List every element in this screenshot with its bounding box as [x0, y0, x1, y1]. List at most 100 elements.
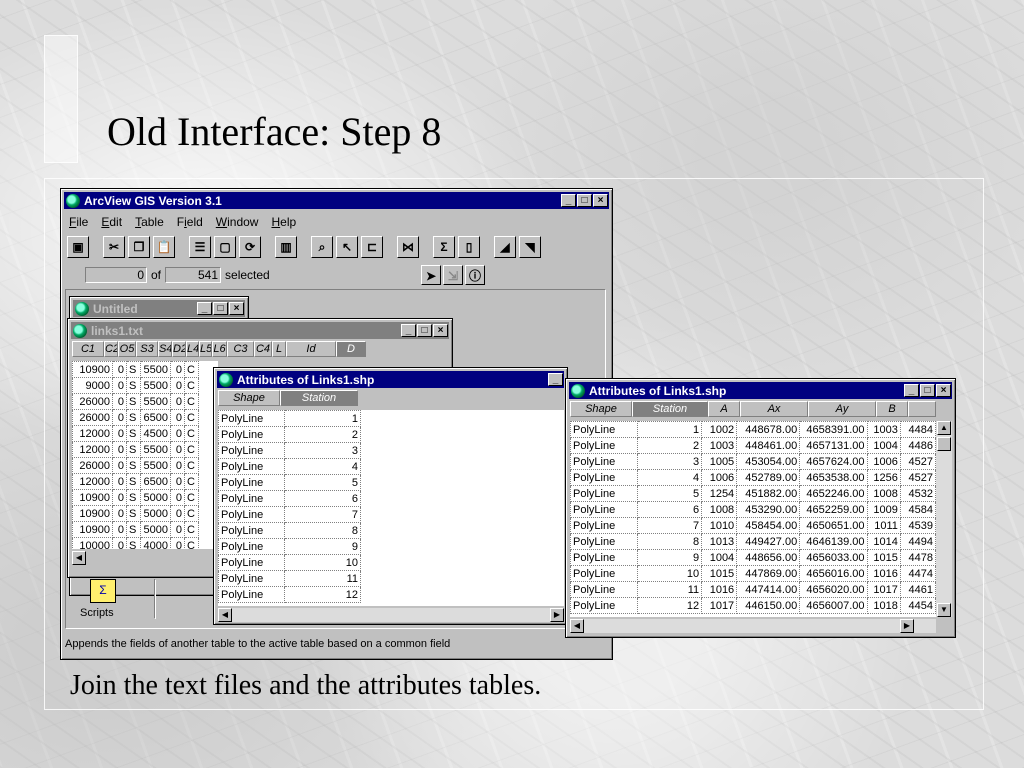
table-cell[interactable]: 0: [112, 489, 127, 506]
table-icon[interactable]: ▢: [214, 236, 236, 258]
attributes-large-vscroll[interactable]: ▲ ▼: [936, 421, 952, 617]
menu-item-table[interactable]: Table: [135, 215, 164, 229]
table-cell[interactable]: PolyLine: [570, 597, 638, 614]
table-cell[interactable]: 4494: [899, 533, 936, 550]
table-cell[interactable]: C: [184, 505, 199, 522]
table-cell[interactable]: 451882.00: [736, 485, 801, 502]
table-cell[interactable]: 26000: [72, 457, 113, 474]
column-header[interactable]: C3: [227, 341, 254, 357]
table-row[interactable]: PolyLine 9: [218, 538, 361, 555]
table-cell[interactable]: 0: [170, 537, 185, 549]
table-row[interactable]: 26000 0 S 6500 0 C: [72, 409, 199, 426]
table-cell[interactable]: 0: [170, 473, 185, 490]
table-row[interactable]: PolyLine 10 1015 447869.00 4656016.00 1016 447…: [570, 565, 936, 582]
table-cell[interactable]: 10900: [72, 489, 113, 506]
table-cell[interactable]: 0: [170, 393, 185, 410]
table-cell[interactable]: PolyLine: [570, 453, 638, 470]
table-row[interactable]: 26000 0 S 5500 0 C: [72, 457, 199, 474]
table-cell[interactable]: S: [126, 457, 141, 474]
table-cell[interactable]: 8: [284, 522, 361, 539]
table-cell[interactable]: 7: [636, 517, 703, 534]
scroll-right-icon[interactable]: ▶: [550, 608, 564, 622]
table-cell[interactable]: 6: [636, 501, 703, 518]
table-cell[interactable]: 1010: [701, 517, 738, 534]
scroll-thumb[interactable]: [937, 437, 951, 451]
column-header[interactable]: D2: [172, 341, 186, 357]
table-cell[interactable]: 5500: [140, 361, 171, 378]
table-cell[interactable]: PolyLine: [218, 426, 285, 443]
table-cell[interactable]: PolyLine: [218, 506, 285, 523]
column-header[interactable]: Ax: [740, 401, 808, 417]
table-cell[interactable]: PolyLine: [570, 501, 638, 518]
attributes-large-titlebar[interactable]: Attributes of Links1.shp _ □ ×: [569, 382, 952, 399]
table-row[interactable]: PolyLine 1 1002 448678.00 4658391.00 1003 4484: [570, 421, 936, 438]
join-icon[interactable]: ⋈: [397, 236, 419, 258]
table-cell[interactable]: S: [126, 377, 141, 394]
table-cell[interactable]: 4657131.00: [799, 437, 868, 454]
column-header[interactable]: O5: [118, 341, 136, 357]
table-properties-icon[interactable]: ☰: [189, 236, 211, 258]
table-cell[interactable]: PolyLine: [570, 421, 638, 438]
attributes-small-window[interactable]: Attributes of Links1.shp _ Shape Station …: [213, 367, 568, 625]
table-cell[interactable]: 5500: [140, 457, 171, 474]
table-cell[interactable]: 1015: [701, 565, 738, 582]
table-cell[interactable]: 1015: [866, 549, 901, 566]
table-cell[interactable]: 0: [112, 361, 127, 378]
table-cell[interactable]: 4474: [899, 565, 936, 582]
table-cell[interactable]: 4656007.00: [799, 597, 868, 614]
column-header[interactable]: L4: [186, 341, 199, 357]
table-cell[interactable]: C: [184, 521, 199, 538]
sort-ascending-icon[interactable]: ◢: [494, 236, 516, 258]
table-cell[interactable]: 8: [636, 533, 703, 550]
table-cell[interactable]: 4486: [899, 437, 936, 454]
table-cell[interactable]: 4653538.00: [799, 469, 868, 486]
table-cell[interactable]: 1017: [701, 597, 738, 614]
table-cell[interactable]: C: [184, 409, 199, 426]
table-cell[interactable]: 1005: [701, 453, 738, 470]
table-cell[interactable]: 447414.00: [736, 581, 801, 598]
table-cell[interactable]: 0: [170, 409, 185, 426]
table-cell[interactable]: C: [184, 425, 199, 442]
table-cell[interactable]: S: [126, 505, 141, 522]
table-cell[interactable]: 9: [284, 538, 361, 555]
table-cell[interactable]: S: [126, 489, 141, 506]
table-cell[interactable]: 4652246.00: [799, 485, 868, 502]
table-cell[interactable]: 11: [284, 570, 361, 587]
table-cell[interactable]: 1004: [866, 437, 901, 454]
table-row[interactable]: 26000 0 S 5500 0 C: [72, 393, 199, 410]
maximize-button[interactable]: □: [417, 324, 432, 337]
table-cell[interactable]: 1017: [866, 581, 901, 598]
table-cell[interactable]: 4646139.00: [799, 533, 868, 550]
table-cell[interactable]: C: [184, 489, 199, 506]
table-row[interactable]: 12000 0 S 5500 0 C: [72, 441, 199, 458]
table-cell[interactable]: 448461.00: [736, 437, 801, 454]
table-cell[interactable]: 6: [284, 490, 361, 507]
table-cell[interactable]: S: [126, 537, 141, 549]
menu-item-help[interactable]: Help: [271, 215, 296, 229]
table-cell[interactable]: 452789.00: [736, 469, 801, 486]
close-button[interactable]: ×: [433, 324, 448, 337]
pointer-icon[interactable]: ➤: [421, 265, 441, 285]
table-cell[interactable]: 0: [112, 505, 127, 522]
table-row[interactable]: PolyLine 11: [218, 570, 361, 587]
table-cell[interactable]: 449427.00: [736, 533, 801, 550]
table-cell[interactable]: S: [126, 393, 141, 410]
table-cell[interactable]: 10900: [72, 505, 113, 522]
table-row[interactable]: PolyLine 8 1013 449427.00 4646139.00 1014 4494: [570, 533, 936, 550]
table-cell[interactable]: 5500: [140, 377, 171, 394]
attributes-small-hscroll[interactable]: ◀ ▶: [218, 608, 564, 622]
table-cell[interactable]: PolyLine: [570, 437, 638, 454]
column-header[interactable]: L6: [212, 341, 227, 357]
table-cell[interactable]: PolyLine: [570, 533, 638, 550]
table-cell[interactable]: 12: [636, 597, 703, 614]
table-cell[interactable]: C: [184, 361, 199, 378]
column-header[interactable]: C2: [104, 341, 118, 357]
table-cell[interactable]: 10: [636, 565, 703, 582]
table-cell[interactable]: PolyLine: [218, 410, 285, 427]
table-row[interactable]: PolyLine 3: [218, 442, 361, 459]
table-cell[interactable]: 9: [636, 549, 703, 566]
table-cell[interactable]: 1006: [701, 469, 738, 486]
table-cell[interactable]: 0: [170, 457, 185, 474]
table-cell[interactable]: 4656033.00: [799, 549, 868, 566]
table-cell[interactable]: 3: [636, 453, 703, 470]
